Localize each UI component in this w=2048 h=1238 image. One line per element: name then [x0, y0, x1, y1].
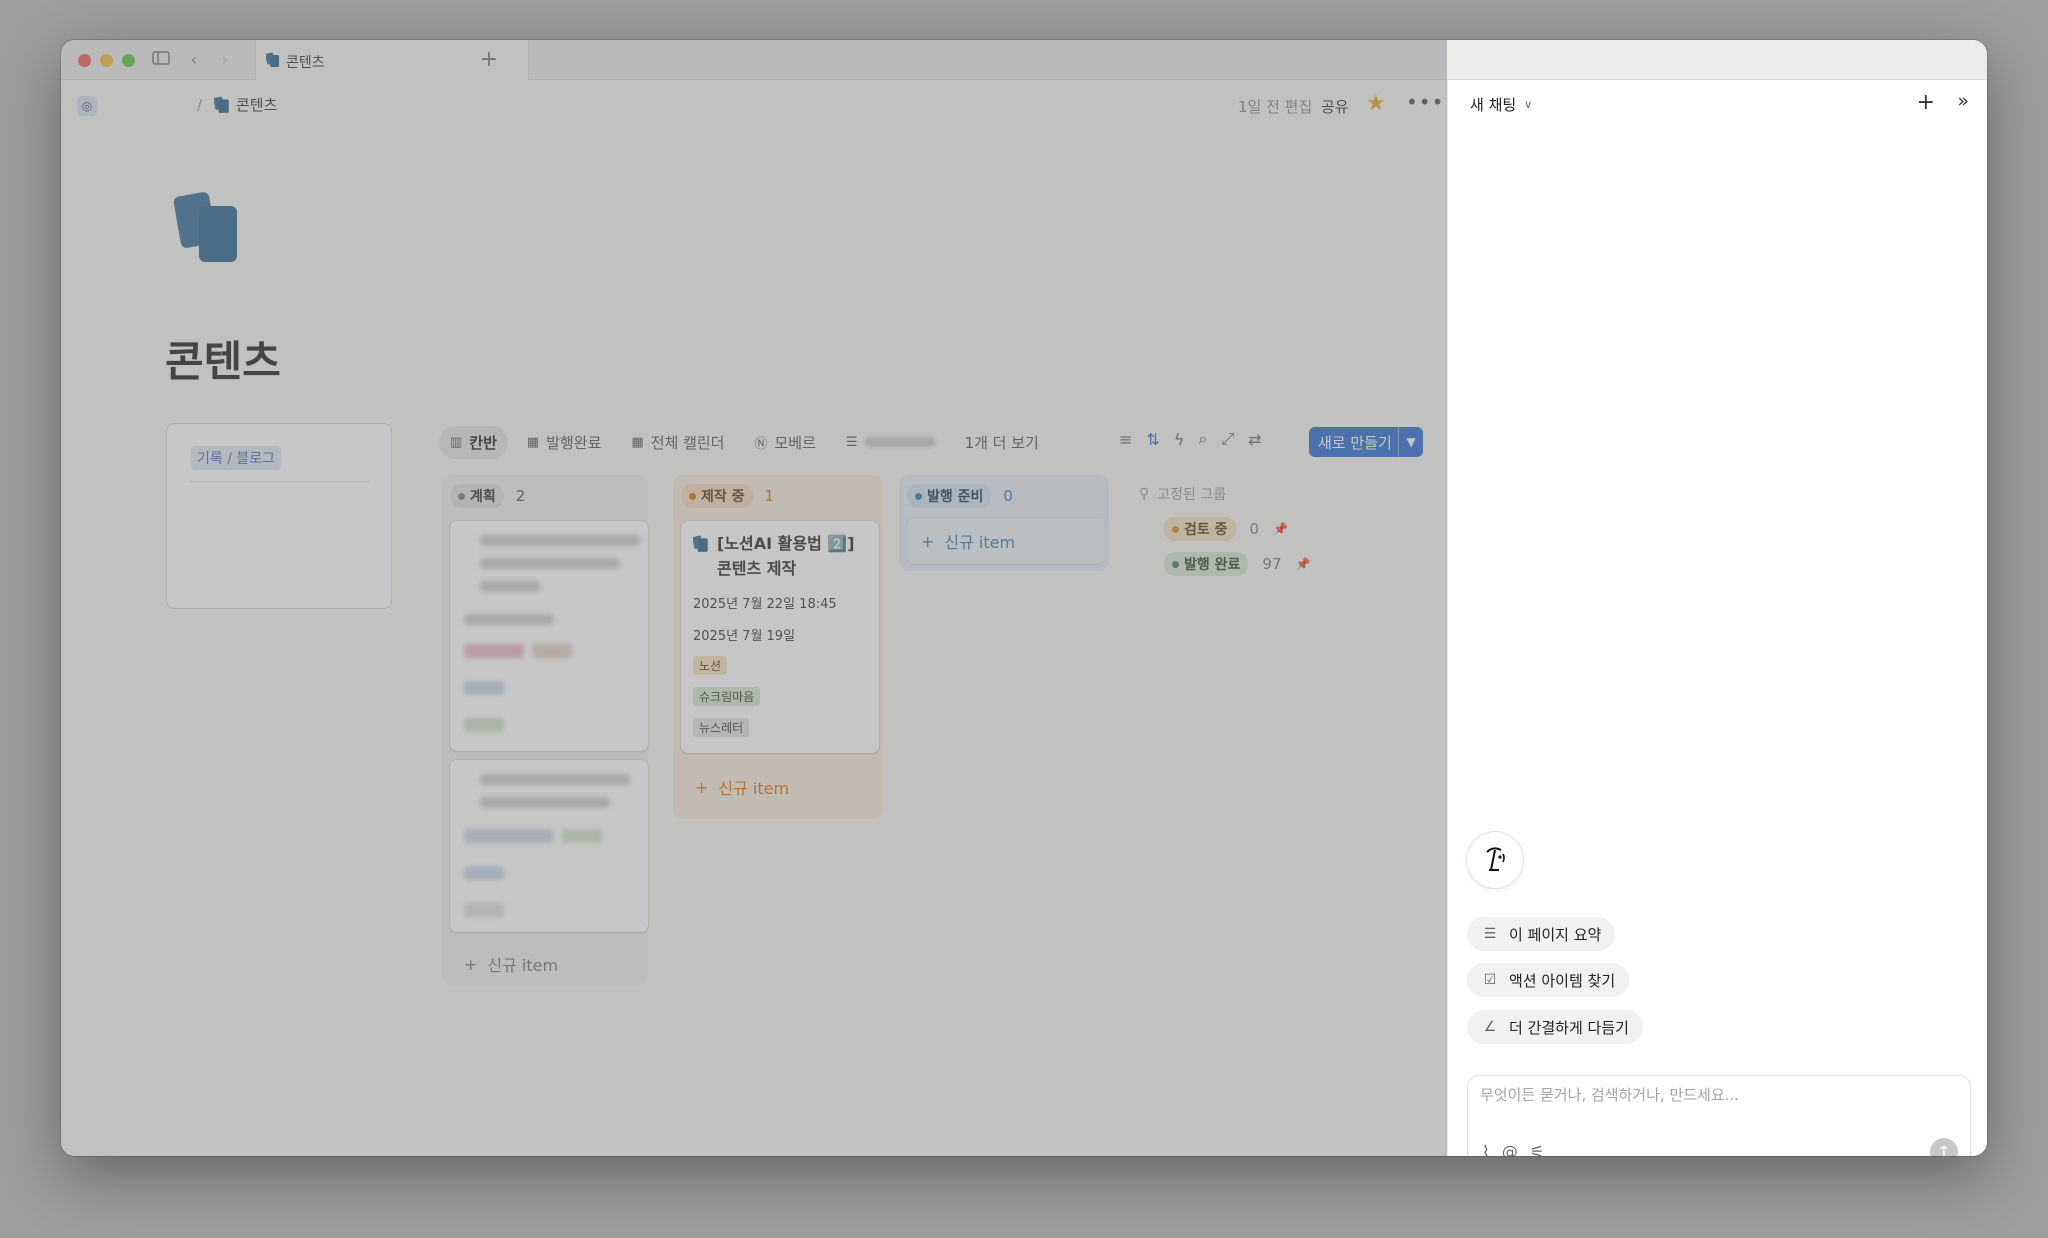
tab-kanban[interactable]: ▥ 칸반 — [439, 425, 508, 459]
tab-title: 콘텐츠 — [286, 55, 325, 71]
status-badge[interactable]: 계획 — [450, 484, 504, 508]
new-button[interactable]: 새로 만들기 ▼ — [1309, 427, 1423, 457]
new-tab-icon[interactable]: + — [479, 49, 499, 71]
divider — [189, 481, 369, 482]
category-chip[interactable]: 기록 / 블로그 — [191, 446, 282, 470]
linked-view-card: 기록 / 블로그 — [166, 423, 392, 609]
card-date: 2025년 7월 19일 — [693, 629, 796, 644]
kanban-card[interactable] — [450, 760, 648, 932]
settings-sliders-icon[interactable]: ⚟ — [1530, 1142, 1544, 1156]
suggestion-find-action-items[interactable]: ☑ 액션 아이템 찾기 — [1467, 963, 1630, 997]
mention-icon[interactable]: @ — [1502, 1142, 1518, 1156]
tab-mober[interactable]: Ⓝ 모베르 — [743, 426, 826, 459]
expand-icon[interactable]: ⤢ — [1221, 429, 1234, 449]
share-button[interactable]: 공유 — [1321, 96, 1349, 117]
tab-full-calendar[interactable]: ▦ 전체 캘린더 — [620, 426, 735, 459]
app-window: ‹ › 콘텐츠 + ◎ / 콘텐츠 1일 전 편집 공유 ★ ••• 콘텐츠 기… — [61, 40, 1987, 1156]
chevron-down-icon[interactable]: ▼ — [1399, 435, 1423, 449]
plus-icon: + — [695, 777, 709, 797]
pin-icon[interactable]: 📌 — [1273, 522, 1288, 536]
page-cards-icon — [265, 52, 280, 72]
text-lines-icon: ☰ — [1483, 926, 1497, 942]
kanban-card[interactable]: [노션AI 활용법 2️⃣] 콘텐츠 제작 2025년 7월 22일 18:45… — [681, 521, 879, 753]
chat-input[interactable] — [1480, 1086, 1950, 1104]
column-count: 0 — [1003, 487, 1013, 505]
add-item-button[interactable]: + 신규 item — [681, 764, 879, 810]
status-badge[interactable]: 제작 중 — [681, 484, 753, 508]
pin-icon[interactable]: 📌 — [1296, 557, 1311, 571]
plus-icon: + — [464, 954, 478, 974]
pinned-group-row[interactable]: 검토 중 0 📌 — [1164, 517, 1288, 541]
search-icon[interactable]: ⌕ — [1198, 429, 1207, 449]
calendar-icon: ▦ — [526, 434, 540, 450]
title-bar: ‹ › 콘텐츠 + — [61, 40, 1987, 80]
view-tabs: ▥ 칸반 ▦ 발행완료 ▦ 전체 캘린더 Ⓝ 모베르 ☰ 1개 더 보기 — [439, 425, 1058, 459]
forward-icon[interactable]: › — [215, 50, 235, 70]
page-icon[interactable] — [173, 190, 243, 266]
maximize-window-button[interactable] — [122, 54, 135, 67]
calendar-icon: ▦ — [631, 434, 644, 450]
tag: 노션 — [693, 656, 728, 675]
status-badge: 검토 중 — [1164, 517, 1236, 541]
page-area: ◎ / 콘텐츠 1일 전 편집 공유 ★ ••• 콘텐츠 기록 / 블로그 ▥ 칸… — [61, 80, 1447, 1156]
more-views-button[interactable]: 1개 더 보기 — [954, 426, 1050, 459]
ai-chat-panel: 새 채팅 ∨ + » ☰ 이 페이지 요약 ☑ 액션 아이템 찾기 ∠ 더 간결하게 … — [1447, 80, 1987, 1156]
chevron-down-icon: ∨ — [1524, 98, 1533, 111]
globe-icon[interactable]: ◎ — [77, 96, 97, 116]
sort-icon[interactable]: ⇅ — [1146, 430, 1159, 449]
automation-icon[interactable]: ϟ — [1174, 430, 1185, 449]
collapse-panel-icon[interactable]: » — [1957, 90, 1969, 112]
tab-published[interactable]: ▦ 발행완료 — [516, 426, 613, 459]
column-in-production: 제작 중 1 [노션AI 활용법 2️⃣] 콘텐츠 제작 2025년 7월 22… — [673, 475, 883, 819]
notion-icon: Ⓝ — [754, 436, 768, 452]
tag: 뉴스레터 — [693, 718, 750, 737]
send-button[interactable]: ↑ — [1930, 1138, 1958, 1156]
status-badge: 발행 완료 — [1164, 552, 1249, 576]
checklist-icon: ☑ — [1483, 972, 1497, 988]
sidebar-toggle-icon[interactable] — [151, 50, 171, 70]
suggestion-make-concise[interactable]: ∠ 더 간결하게 다듬기 — [1467, 1010, 1643, 1044]
timeline-icon: ☰ — [845, 434, 858, 450]
tab-hidden[interactable]: ☰ — [835, 429, 946, 456]
attachment-icon[interactable]: ⌇ — [1482, 1142, 1490, 1156]
minimize-window-button[interactable] — [100, 54, 113, 67]
add-item-button[interactable]: + 신규 item — [450, 941, 648, 987]
card-date: 2025년 7월 22일 18:45 — [693, 597, 837, 612]
more-options-icon[interactable]: ••• — [1406, 90, 1444, 114]
column-count: 1 — [764, 487, 775, 505]
settings-icon[interactable]: ⇄ — [1248, 430, 1261, 449]
column-plan: 계획 2 + 신규 item — [442, 475, 648, 985]
pinned-group-row[interactable]: 발행 완료 97 📌 — [1164, 552, 1310, 576]
page-cards-icon — [214, 96, 229, 113]
page-title: 콘텐츠 — [165, 337, 281, 386]
page-cards-icon — [693, 535, 708, 552]
pinned-groups-header: ⚲ 고정된 그룹 — [1139, 486, 1227, 503]
filter-icon[interactable]: ≡ — [1119, 430, 1132, 449]
chat-composer: ⌇ @ ⚟ ↑ — [1467, 1075, 1971, 1156]
pin-icon: ⚲ — [1139, 486, 1150, 502]
back-icon[interactable]: ‹ — [184, 50, 204, 70]
plus-icon: + — [921, 531, 935, 551]
status-badge[interactable]: 발행 준비 — [907, 484, 992, 508]
angle-edit-icon: ∠ — [1483, 1019, 1497, 1035]
breadcrumb-label: 콘텐츠 — [236, 96, 278, 114]
new-chat-icon[interactable]: + — [1917, 90, 1935, 115]
kanban-card[interactable] — [450, 521, 648, 751]
chat-selector[interactable]: 새 채팅 ∨ — [1470, 94, 1532, 115]
breadcrumb[interactable]: 콘텐츠 — [214, 94, 277, 115]
last-edited: 1일 전 편집 — [1238, 98, 1313, 116]
add-item-button[interactable]: + 신규 item — [907, 518, 1105, 564]
page-topbar: ◎ / 콘텐츠 1일 전 편집 공유 ★ ••• — [61, 80, 1447, 130]
suggestion-summarize-page[interactable]: ☰ 이 페이지 요약 — [1467, 917, 1616, 951]
column-ready-to-publish: 발행 준비 0 + 신규 item — [899, 475, 1109, 571]
view-toolbar: ≡ ⇅ ϟ ⌕ ⤢ ⇄ — [1119, 429, 1262, 449]
ai-avatar — [1467, 832, 1523, 888]
tag: 슈크림마음 — [693, 687, 761, 706]
column-count: 2 — [515, 487, 526, 505]
board-icon: ▥ — [450, 434, 463, 450]
close-window-button[interactable] — [78, 54, 91, 67]
card-title: [노션AI 활용법 2️⃣] 콘텐츠 제작 — [717, 534, 855, 578]
favorite-star-icon[interactable]: ★ — [1366, 91, 1386, 116]
